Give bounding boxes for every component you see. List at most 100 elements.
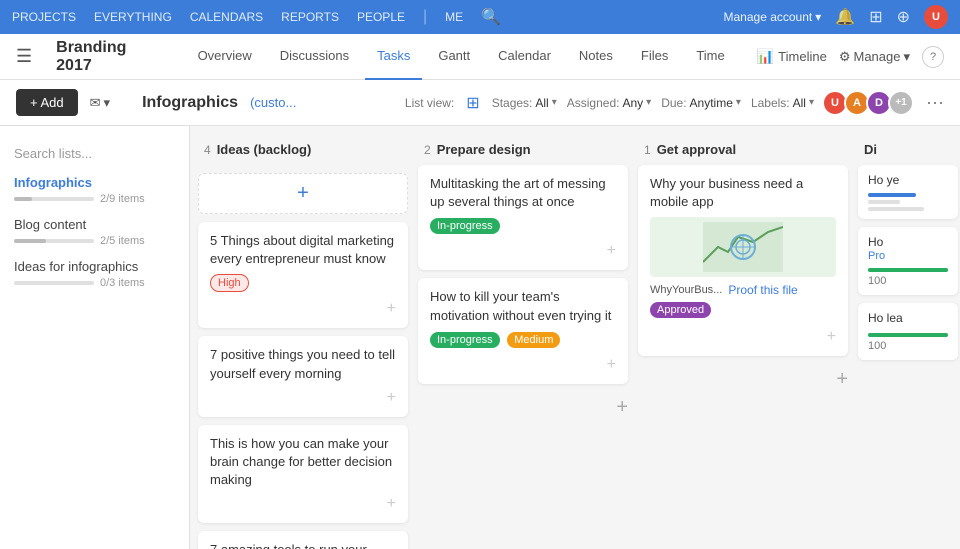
column-count-approval: 1 bbox=[644, 143, 651, 157]
top-nav-left: PROJECTS EVERYTHING CALENDARS REPORTS PE… bbox=[12, 7, 724, 27]
add-icon[interactable]: + bbox=[607, 242, 616, 260]
card-multitasking[interactable]: Multitasking the art of messing up sever… bbox=[418, 165, 628, 270]
partial-percent-2: 100 bbox=[868, 275, 948, 287]
add-card-btn-ideas[interactable]: + bbox=[198, 173, 408, 214]
column-prepare: 2 Prepare design Multitasking the art of… bbox=[418, 138, 628, 537]
top-nav-right: Manage account ▾ 🔔 ⊞ ⊕ U bbox=[724, 5, 949, 29]
tab-discussions[interactable]: Discussions bbox=[268, 34, 361, 80]
avatar-plus[interactable]: +1 bbox=[888, 90, 914, 116]
column-header-approval: 1 Get approval bbox=[638, 138, 848, 165]
board-subtitle[interactable]: (custo... bbox=[250, 95, 296, 110]
filter-group: Stages: All ▾ Assigned: Any ▾ Due: Anyti… bbox=[492, 96, 814, 110]
add-card-prepare[interactable]: + bbox=[616, 396, 628, 419]
tab-gantt[interactable]: Gantt bbox=[426, 34, 482, 80]
card-digital-marketing[interactable]: 5 Things about digital marketing every e… bbox=[198, 222, 408, 328]
add-card-approval[interactable]: + bbox=[836, 368, 848, 391]
stages-label: Stages: bbox=[492, 96, 533, 110]
add-button[interactable]: + Add bbox=[16, 89, 78, 116]
main-content: Search lists... Infographics 2/9 items B… bbox=[0, 126, 960, 549]
list-count-infographics: 2/9 items bbox=[100, 193, 145, 205]
card-amazing-tools[interactable]: 7 amazing tools to run your business suc… bbox=[198, 531, 408, 549]
column-title-approval: Get approval bbox=[657, 142, 842, 157]
stages-filter[interactable]: Stages: All ▾ bbox=[492, 96, 557, 110]
tag-approved-mobile: Approved bbox=[650, 302, 711, 318]
avatar-group: U A D +1 bbox=[826, 90, 914, 116]
add-icon[interactable]: + bbox=[387, 495, 396, 513]
list-meta-ideas: 0/3 items bbox=[14, 277, 175, 289]
partial-title-3: Ho lea bbox=[868, 311, 948, 327]
list-meta-blog: 2/5 items bbox=[14, 235, 175, 247]
partial-link-2[interactable]: Pro bbox=[868, 250, 948, 262]
column-partial: Di Ho ye Ho Pro 100 Ho lea 100 bbox=[858, 138, 958, 537]
partial-card-3[interactable]: Ho lea 100 bbox=[858, 303, 958, 360]
due-label: Due: bbox=[661, 96, 686, 110]
tab-files[interactable]: Files bbox=[629, 34, 680, 80]
card-brain-change[interactable]: This is how you can make your brain chan… bbox=[198, 425, 408, 524]
column-count-ideas: 4 bbox=[204, 143, 211, 157]
bell-icon[interactable]: 🔔 bbox=[835, 7, 855, 27]
list-name-infographics: Infographics bbox=[14, 175, 175, 190]
chevron-down-icon: ▾ bbox=[815, 10, 821, 24]
tab-notes[interactable]: Notes bbox=[567, 34, 625, 80]
sidebar-item-infographics[interactable]: Infographics 2/9 items bbox=[0, 169, 189, 211]
manage-account-btn[interactable]: Manage account ▾ bbox=[724, 10, 822, 24]
nav-people[interactable]: PEOPLE bbox=[357, 10, 405, 24]
grid-view-icon[interactable]: ⊞ bbox=[466, 93, 479, 113]
nav-tabs: Overview Discussions Tasks Gantt Calenda… bbox=[186, 34, 737, 80]
manage-btn[interactable]: ⚙ Manage ▾ bbox=[839, 49, 910, 65]
tab-time[interactable]: Time bbox=[684, 34, 736, 80]
add-icon[interactable]: + bbox=[387, 389, 396, 407]
nav-projects[interactable]: PROJECTS bbox=[12, 10, 76, 24]
card-image-mobile bbox=[650, 217, 836, 277]
search-icon[interactable]: 🔍 bbox=[481, 7, 501, 27]
column-approval: 1 Get approval Why your business need a … bbox=[638, 138, 848, 537]
nav-everything[interactable]: EVERYTHING bbox=[94, 10, 172, 24]
card-kill-motivation[interactable]: How to kill your team's motivation witho… bbox=[418, 278, 628, 383]
tab-tasks[interactable]: Tasks bbox=[365, 34, 422, 80]
column-title-partial: Di bbox=[864, 142, 952, 157]
card-positive-things[interactable]: 7 positive things you need to tell yours… bbox=[198, 336, 408, 416]
toolbar: + Add ✉ ▾ Infographics (custo... List vi… bbox=[0, 80, 960, 126]
column-title-ideas: Ideas (backlog) bbox=[217, 142, 402, 157]
assigned-value: Any bbox=[622, 96, 643, 110]
chevron-down-icon: ▾ bbox=[903, 49, 910, 65]
nav-reports[interactable]: REPORTS bbox=[281, 10, 339, 24]
assigned-filter[interactable]: Assigned: Any ▾ bbox=[567, 96, 651, 110]
nav-calendars[interactable]: CALENDARS bbox=[190, 10, 263, 24]
add-icon[interactable]: + bbox=[827, 328, 836, 346]
tab-overview[interactable]: Overview bbox=[186, 34, 264, 80]
project-title: Branding 2017 bbox=[56, 39, 165, 75]
more-options-icon[interactable]: ··· bbox=[926, 92, 944, 113]
partial-card-2[interactable]: Ho Pro 100 bbox=[858, 227, 958, 296]
stages-arrow: ▾ bbox=[552, 97, 557, 108]
hamburger-icon[interactable]: ☰ bbox=[16, 46, 32, 67]
sidebar-item-ideas[interactable]: Ideas for infographics 0/3 items bbox=[0, 253, 189, 295]
user-avatar[interactable]: U bbox=[924, 5, 948, 29]
nav-me[interactable]: ME bbox=[445, 10, 463, 24]
assigned-arrow: ▾ bbox=[646, 97, 651, 108]
column-count-prepare: 2 bbox=[424, 143, 431, 157]
column-add-row-approval: + bbox=[638, 364, 848, 395]
proof-file-link[interactable]: Proof this file bbox=[728, 283, 797, 297]
help-icon[interactable]: ? bbox=[922, 46, 944, 68]
card-title-multitask: Multitasking the art of messing up sever… bbox=[430, 175, 616, 211]
labels-filter[interactable]: Labels: All ▾ bbox=[751, 96, 814, 110]
second-nav-right: 📊 Timeline ⚙ Manage ▾ ? bbox=[757, 46, 944, 68]
email-btn[interactable]: ✉ ▾ bbox=[90, 95, 110, 111]
sidebar: Search lists... Infographics 2/9 items B… bbox=[0, 126, 190, 549]
timeline-btn[interactable]: 📊 Timeline bbox=[757, 48, 827, 65]
tab-calendar[interactable]: Calendar bbox=[486, 34, 563, 80]
list-count-blog: 2/5 items bbox=[100, 235, 145, 247]
list-name-ideas: Ideas for infographics bbox=[14, 259, 175, 274]
add-icon[interactable]: + bbox=[387, 300, 396, 318]
column-add-row-prepare: + bbox=[418, 392, 628, 423]
sidebar-item-blog[interactable]: Blog content 2/5 items bbox=[0, 211, 189, 253]
plus-circle-icon[interactable]: ⊕ bbox=[897, 7, 910, 27]
card-mobile-app[interactable]: Why your business need a mobile app WhyY… bbox=[638, 165, 848, 356]
partial-card-1[interactable]: Ho ye bbox=[858, 165, 958, 219]
grid-icon[interactable]: ⊞ bbox=[869, 7, 882, 27]
labels-arrow: ▾ bbox=[809, 97, 814, 108]
due-filter[interactable]: Due: Anytime ▾ bbox=[661, 96, 741, 110]
add-icon[interactable]: + bbox=[607, 356, 616, 374]
list-count-ideas: 0/3 items bbox=[100, 277, 145, 289]
